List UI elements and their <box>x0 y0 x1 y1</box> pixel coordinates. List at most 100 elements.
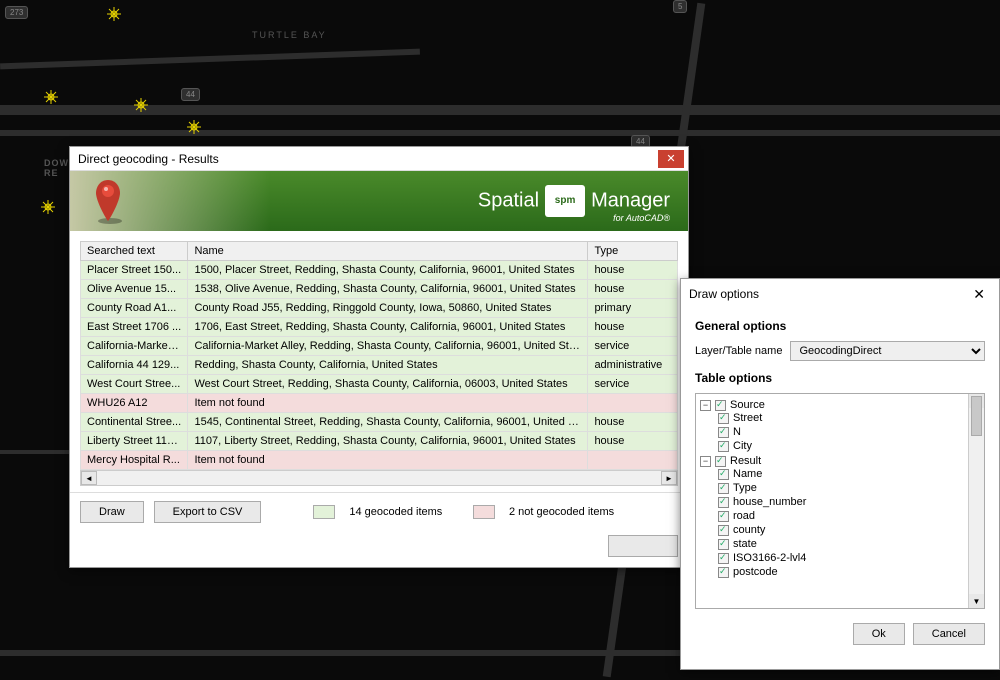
notgeocoded-count: 2 not geocoded items <box>509 506 614 518</box>
tree-node[interactable]: Type <box>718 481 982 495</box>
table-row[interactable]: Placer Street 150...1500, Placer Street,… <box>81 261 678 280</box>
ok-button[interactable]: Ok <box>853 623 905 645</box>
tree-node[interactable]: −SourceStreetNCity <box>700 398 982 454</box>
table-row[interactable]: Mercy Hospital R...Item not found <box>81 451 678 470</box>
col-searched[interactable]: Searched text <box>81 242 188 261</box>
table-row[interactable]: Continental Stree...1545, Continental St… <box>81 413 678 432</box>
cell-searched: Olive Avenue 15... <box>81 280 188 299</box>
cell-type: house <box>588 432 678 451</box>
cell-searched: California-Market ... <box>81 337 188 356</box>
cell-name: 1538, Olive Avenue, Redding, Shasta Coun… <box>188 280 588 299</box>
checkbox[interactable] <box>718 469 729 480</box>
cell-searched: Continental Stree... <box>81 413 188 432</box>
cell-type: house <box>588 261 678 280</box>
checkbox[interactable] <box>718 427 729 438</box>
cell-searched: WHU26 A12 <box>81 394 188 413</box>
cell-name: West Court Street, Redding, Shasta Count… <box>188 375 588 394</box>
route-shield: 5 <box>673 0 687 13</box>
results-table[interactable]: Searched text Name Type Placer Street 15… <box>80 241 678 470</box>
table-row[interactable]: California-Market ...California-Market A… <box>81 337 678 356</box>
table-row[interactable]: East Street 1706 ...1706, East Street, R… <box>81 318 678 337</box>
tree-node[interactable]: Name <box>718 467 982 481</box>
dialog-extra-button[interactable] <box>608 535 678 557</box>
close-button[interactable]: ✕ <box>658 150 684 168</box>
scroll-down-icon[interactable]: ▼ <box>969 594 984 608</box>
table-row[interactable]: WHU26 A12Item not found <box>81 394 678 413</box>
cell-type: primary <box>588 299 678 318</box>
cell-searched: Mercy Hospital R... <box>81 451 188 470</box>
cancel-button[interactable]: Cancel <box>913 623 985 645</box>
marker-icon <box>44 90 58 104</box>
layer-name-select[interactable]: GeocodingDirect <box>790 341 985 361</box>
notgeocoded-swatch <box>473 505 495 519</box>
scroll-right-icon[interactable]: ► <box>661 471 677 485</box>
geocoded-count: 14 geocoded items <box>349 506 442 518</box>
draw-options-dialog: Draw options ✕ General options Layer/Tab… <box>680 278 1000 670</box>
cell-name: 1706, East Street, Redding, Shasta Count… <box>188 318 588 337</box>
tree-node[interactable]: −ResultNameTypehouse_numberroadcountysta… <box>700 454 982 580</box>
tree-node[interactable]: Street <box>718 411 982 425</box>
cell-type <box>588 394 678 413</box>
marker-icon <box>107 7 121 21</box>
general-options-heading: General options <box>695 319 985 333</box>
layer-name-label: Layer/Table name <box>695 345 782 357</box>
horizontal-scrollbar[interactable]: ◄ ► <box>80 470 678 486</box>
tree-node[interactable]: county <box>718 523 982 537</box>
table-row[interactable]: Olive Avenue 15...1538, Olive Avenue, Re… <box>81 280 678 299</box>
cell-searched: Liberty Street 110... <box>81 432 188 451</box>
tree-toggle-icon[interactable]: − <box>700 456 711 467</box>
scrollbar-thumb[interactable] <box>971 396 982 436</box>
tree-node[interactable]: ISO3166-2-lvl4 <box>718 551 982 565</box>
table-row[interactable]: Liberty Street 110...1107, Liberty Stree… <box>81 432 678 451</box>
table-row[interactable]: West Court Stree...West Court Street, Re… <box>81 375 678 394</box>
checkbox[interactable] <box>718 483 729 494</box>
checkbox[interactable] <box>718 511 729 522</box>
cell-type: service <box>588 337 678 356</box>
route-shield: 273 <box>5 6 28 19</box>
close-icon[interactable]: ✕ <box>967 284 991 305</box>
draw-button[interactable]: Draw <box>80 501 144 523</box>
checkbox[interactable] <box>715 400 726 411</box>
pushpin-icon <box>88 175 128 225</box>
col-type[interactable]: Type <box>588 242 678 261</box>
checkbox[interactable] <box>718 567 729 578</box>
checkbox[interactable] <box>718 525 729 536</box>
tree-toggle-icon[interactable]: − <box>700 400 711 411</box>
checkbox[interactable] <box>718 539 729 550</box>
cell-searched: West Court Stree... <box>81 375 188 394</box>
options-title: Draw options <box>689 287 967 301</box>
checkbox[interactable] <box>715 456 726 467</box>
scroll-left-icon[interactable]: ◄ <box>81 471 97 485</box>
cell-type: house <box>588 318 678 337</box>
vertical-scrollbar[interactable]: ▲ ▼ <box>968 394 984 608</box>
options-titlebar[interactable]: Draw options ✕ <box>681 279 999 309</box>
checkbox[interactable] <box>718 553 729 564</box>
export-csv-button[interactable]: Export to CSV <box>154 501 262 523</box>
cell-type <box>588 451 678 470</box>
col-name[interactable]: Name <box>188 242 588 261</box>
banner: SpatialspmManager for AutoCAD® <box>70 171 688 231</box>
tree-node[interactable]: house_number <box>718 495 982 509</box>
map-label-turtle-bay: TURTLE BAY <box>252 30 327 40</box>
marker-icon <box>41 200 55 214</box>
tree-node[interactable]: postcode <box>718 565 982 579</box>
results-titlebar[interactable]: Direct geocoding - Results ✕ <box>70 147 688 171</box>
table-row[interactable]: County Road A1...County Road J55, Reddin… <box>81 299 678 318</box>
cell-name: 1500, Placer Street, Redding, Shasta Cou… <box>188 261 588 280</box>
tree-node[interactable]: N <box>718 425 982 439</box>
cell-name: California-Market Alley, Redding, Shasta… <box>188 337 588 356</box>
table-options-heading: Table options <box>695 371 985 385</box>
table-options-tree[interactable]: −SourceStreetNCity−ResultNameTypehouse_n… <box>695 393 985 609</box>
cell-name: Redding, Shasta County, California, Unit… <box>188 356 588 375</box>
results-title: Direct geocoding - Results <box>78 152 658 166</box>
checkbox[interactable] <box>718 441 729 452</box>
tree-node[interactable]: road <box>718 509 982 523</box>
table-row[interactable]: California 44 129...Redding, Shasta Coun… <box>81 356 678 375</box>
tree-node[interactable]: City <box>718 439 982 453</box>
cell-searched: East Street 1706 ... <box>81 318 188 337</box>
checkbox[interactable] <box>718 497 729 508</box>
tree-node[interactable]: state <box>718 537 982 551</box>
cell-name: 1545, Continental Street, Redding, Shast… <box>188 413 588 432</box>
checkbox[interactable] <box>718 413 729 424</box>
cell-searched: Placer Street 150... <box>81 261 188 280</box>
